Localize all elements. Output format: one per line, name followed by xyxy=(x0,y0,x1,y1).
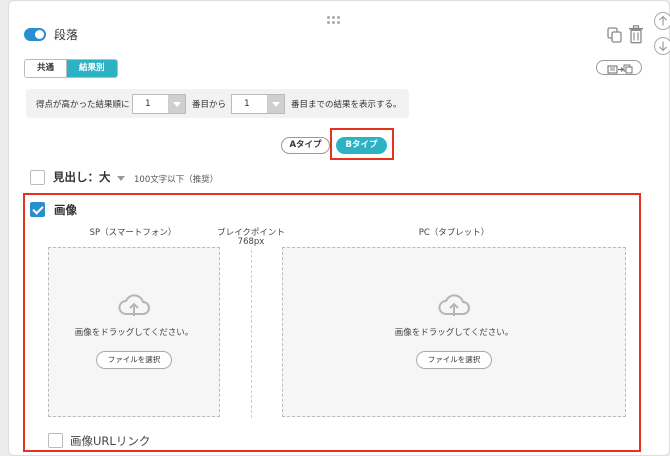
view-mode-tabs: 共通 結果別 xyxy=(24,59,118,78)
cloud-upload-icon xyxy=(438,294,470,316)
pc-label: PC（タブレット） xyxy=(418,228,490,238)
image-url-link-checkbox[interactable] xyxy=(48,433,63,448)
arrow-down-icon[interactable] xyxy=(654,37,670,55)
pc-drop-message: 画像をドラッグしてください。 xyxy=(394,328,514,338)
filter-to-suffix: 番目までの結果を表示する。 xyxy=(291,100,402,110)
block-visibility-toggle[interactable] xyxy=(24,28,46,41)
chevron-down-icon[interactable] xyxy=(117,176,125,181)
type-a-button[interactable]: Aタイプ xyxy=(281,137,330,154)
heading-label: 見出し：大 xyxy=(53,170,111,184)
breakpoint-divider xyxy=(251,250,252,418)
swap-icon xyxy=(607,64,633,74)
filter-prefix: 得点が高かった結果順に xyxy=(36,100,130,110)
cloud-upload-icon xyxy=(118,294,150,316)
breakpoint-value: 768px xyxy=(237,237,265,247)
copy-icon[interactable] xyxy=(606,26,624,44)
chevron-down-icon xyxy=(168,95,185,113)
swap-button[interactable] xyxy=(596,60,642,75)
sp-drop-message: 画像をドラッグしてください。 xyxy=(74,328,194,338)
result-range-filter: 得点が高かった結果順に 1 番目から 1 番目までの結果を表示する。 xyxy=(26,89,409,118)
image-label: 画像 xyxy=(54,203,77,217)
from-rank-select[interactable]: 1 xyxy=(132,94,186,114)
image-url-link-label: 画像URLリンク xyxy=(70,434,151,448)
heading-hint: 100文字以下（推奨） xyxy=(134,175,219,185)
to-rank-select[interactable]: 1 xyxy=(231,94,285,114)
to-rank-value: 1 xyxy=(244,99,250,109)
type-b-highlight xyxy=(330,128,394,160)
trash-icon[interactable] xyxy=(628,25,644,44)
tab-common[interactable]: 共通 xyxy=(25,60,68,77)
from-rank-value: 1 xyxy=(145,99,151,109)
drag-handle-icon[interactable] xyxy=(327,16,341,26)
arrow-up-icon[interactable] xyxy=(654,12,670,30)
filter-from-suffix: 番目から xyxy=(192,100,227,110)
sp-image-dropzone[interactable]: 画像をドラッグしてください。 ファイルを選択 xyxy=(48,247,220,417)
chevron-down-icon xyxy=(267,95,284,113)
pc-image-dropzone[interactable]: 画像をドラッグしてください。 ファイルを選択 xyxy=(282,247,626,417)
image-checkbox[interactable] xyxy=(30,202,45,217)
tab-by-result[interactable]: 結果別 xyxy=(67,60,117,77)
block-title: 段落 xyxy=(54,28,79,42)
sp-label: SP（スマートフォン） xyxy=(89,228,177,238)
heading-checkbox[interactable] xyxy=(30,170,45,185)
pc-file-select-button[interactable]: ファイルを選択 xyxy=(416,351,492,369)
sp-file-select-button[interactable]: ファイルを選択 xyxy=(96,351,172,369)
